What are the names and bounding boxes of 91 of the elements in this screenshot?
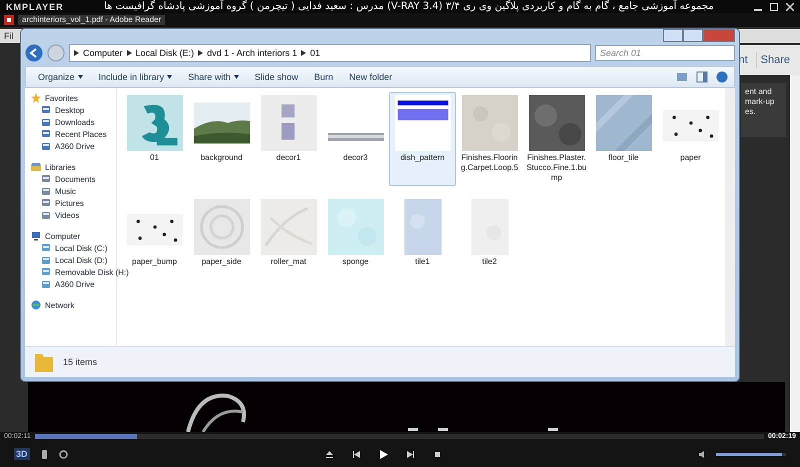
app-logo: KMPLAYER <box>6 2 64 12</box>
pdf-icon <box>4 15 14 25</box>
panel-text: mark-up <box>745 97 776 107</box>
sidebar-item[interactable]: Downloads <box>31 116 95 128</box>
panel-text: es. <box>745 107 757 117</box>
item-icon <box>41 129 51 139</box>
help-icon[interactable] <box>716 71 728 83</box>
sidebar-item[interactable]: A360 Drive <box>31 278 95 290</box>
phone-icon[interactable] <box>40 450 49 458</box>
chevron-icon <box>301 50 306 56</box>
toolbar-button[interactable]: Include in library <box>92 70 178 84</box>
breadcrumb-item[interactable]: Computer <box>83 48 123 58</box>
breadcrumb-item[interactable]: dvd 1 - Arch interiors 1 <box>207 48 298 58</box>
file-item[interactable]: Finishes.Plaster.Stucco.Fine.1.bump <box>523 92 590 186</box>
sidebar-item[interactable]: Videos <box>31 209 80 221</box>
maximize-icon[interactable] <box>770 2 778 10</box>
breadcrumb-item[interactable]: 01 <box>310 48 320 58</box>
document-tab[interactable]: archinteriors_vol_1.pdf - Adobe Reader <box>18 15 166 25</box>
settings-icon[interactable] <box>58 450 68 458</box>
share-button[interactable]: Share <box>756 52 794 68</box>
item-icon <box>41 186 51 196</box>
back-icon[interactable] <box>25 44 43 62</box>
sidebar-item[interactable]: Recent Places <box>31 128 107 140</box>
library-icon <box>31 162 41 172</box>
item-icon <box>41 174 51 184</box>
stop-icon[interactable] <box>432 450 442 458</box>
scrollbar[interactable] <box>790 75 800 432</box>
caret-icon <box>167 75 172 79</box>
file-item[interactable]: paper <box>657 92 724 186</box>
mode-button[interactable]: 3D <box>14 448 30 460</box>
toolbar-button[interactable]: Burn <box>308 70 340 84</box>
item-icon <box>41 210 51 220</box>
seek-bar[interactable] <box>34 434 764 439</box>
file-item[interactable]: sponge <box>322 196 389 270</box>
toolbar-button[interactable]: New folder <box>343 70 398 84</box>
minimize-button[interactable] <box>663 29 683 42</box>
computer-icon <box>31 231 41 241</box>
sidebar-item[interactable]: Desktop <box>31 104 84 116</box>
sidebar-item[interactable]: Music <box>31 185 76 197</box>
file-item[interactable]: roller_mat <box>255 196 322 270</box>
sidebar-item[interactable]: Documents <box>31 173 96 185</box>
file-item[interactable]: 01 <box>121 92 188 186</box>
caret-icon <box>234 75 239 79</box>
item-icon <box>41 255 51 265</box>
sidebar-item[interactable]: Favorites <box>31 92 78 104</box>
file-item[interactable]: dish_pattern <box>389 92 456 186</box>
sidebar-item[interactable]: Libraries <box>31 161 76 173</box>
scrollbar[interactable] <box>725 88 735 346</box>
play-icon[interactable] <box>378 450 388 458</box>
file-item[interactable]: tile1 <box>389 196 456 270</box>
file-item[interactable]: Finishes.Flooring.Carpet.Loop.5 <box>456 92 523 186</box>
star-icon <box>31 93 41 103</box>
close-icon[interactable] <box>786 2 794 10</box>
breadcrumb-item[interactable]: Local Disk (E:) <box>136 48 194 58</box>
file-item[interactable]: decor3 <box>322 92 389 186</box>
previous-icon[interactable] <box>352 450 361 458</box>
sidebar-item[interactable]: Local Disk (D:) <box>31 254 108 266</box>
search-field[interactable]: Search 01 <box>595 45 735 61</box>
caret-icon <box>78 75 83 79</box>
file-item[interactable]: paper_side <box>188 196 255 270</box>
maximize-button[interactable] <box>683 29 703 42</box>
eject-icon[interactable] <box>324 450 334 458</box>
toolbar-button[interactable]: Slide show <box>248 70 304 84</box>
file-item[interactable]: tile2 <box>456 196 523 270</box>
file-item[interactable]: decor1 <box>255 92 322 186</box>
panel-text: ent and <box>745 87 773 97</box>
sidebar-item[interactable]: A360 Drive <box>31 140 95 152</box>
address-bar[interactable]: Computer Local Disk (E:) dvd 1 - Arch interiors 1 01 <box>69 44 591 62</box>
item-icon <box>41 198 51 208</box>
pane-icon[interactable] <box>696 71 708 83</box>
item-icon <box>41 141 51 151</box>
sidebar-item[interactable]: Pictures <box>31 197 84 209</box>
item-count: 15 items <box>63 357 98 367</box>
network-icon <box>31 300 41 310</box>
next-icon[interactable] <box>406 450 415 458</box>
sidebar-item[interactable]: Network <box>31 299 74 311</box>
item-icon <box>41 105 51 115</box>
file-item[interactable]: floor_tile <box>590 92 657 186</box>
item-icon <box>41 267 51 277</box>
sidebar-item[interactable]: Local Disk (C:) <box>31 242 108 254</box>
file-item[interactable]: background <box>188 92 255 186</box>
chevron-icon <box>74 50 79 56</box>
item-icon <box>41 279 51 289</box>
toolbar-button[interactable]: Organize <box>32 70 89 84</box>
chevron-icon <box>126 50 132 56</box>
item-icon <box>41 243 51 253</box>
menu-item[interactable]: Fil <box>4 31 14 41</box>
item-icon <box>41 117 51 127</box>
toolbar-button[interactable]: Share with <box>182 70 245 84</box>
chevron-icon <box>198 50 204 56</box>
sidebar-item[interactable]: Computer <box>31 230 80 242</box>
